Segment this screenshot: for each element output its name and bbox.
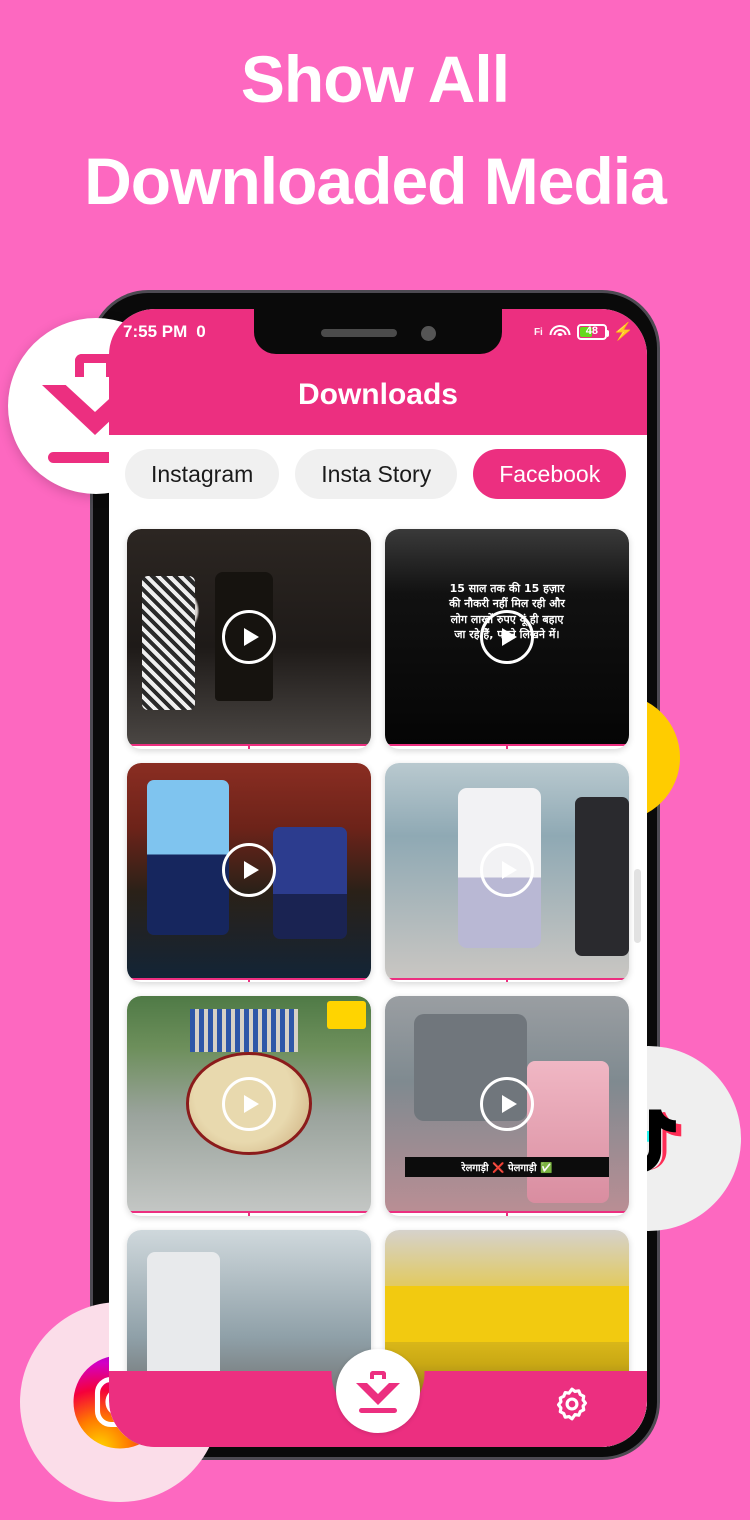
- tab-insta-story[interactable]: Insta Story: [295, 449, 458, 499]
- scroll-indicator[interactable]: [634, 869, 641, 943]
- media-thumbnail[interactable]: [127, 529, 371, 746]
- download-fab-button[interactable]: [336, 1349, 420, 1433]
- more-button[interactable]: More ›: [250, 1213, 371, 1216]
- media-card[interactable]: Delete ✕ More ›: [127, 762, 371, 983]
- page-title: Downloads: [297, 378, 458, 411]
- media-card[interactable]: Delete ✕ More ›: [127, 529, 371, 749]
- delete-button[interactable]: Delete ✕: [385, 746, 508, 749]
- media-card[interactable]: 15 साल तक की 15 हज़ार की नौकरी नहीं मिल …: [385, 529, 629, 749]
- media-thumbnail[interactable]: रेलगाड़ी ❌ पेलगाड़ी ✅: [385, 996, 629, 1214]
- downloads-grid: Delete ✕ More › 15 साल तक की 15 हज़ार की…: [109, 513, 647, 1447]
- more-button[interactable]: More ›: [508, 746, 629, 749]
- status-bar-right: Fi 48 ⚡: [534, 322, 647, 342]
- delete-button[interactable]: Delete ✕: [127, 1213, 250, 1216]
- network-label: Fi: [533, 326, 543, 338]
- phone-mockup: 7:55 PM 0 Fi 48 ⚡ Downloads Instagram In…: [90, 290, 660, 1460]
- tab-bar: Instagram Insta Story Facebook: [109, 435, 647, 513]
- play-icon[interactable]: [480, 843, 534, 898]
- delete-button[interactable]: Delete ✕: [127, 979, 250, 983]
- more-button[interactable]: More ›: [250, 980, 371, 983]
- media-thumbnail[interactable]: [127, 762, 371, 980]
- app-header: Downloads: [109, 355, 647, 435]
- card-actions: Delete ✕ More ›: [385, 979, 629, 983]
- status-notification-count: 0: [196, 322, 206, 341]
- media-card[interactable]: Delete ✕ More ›: [127, 996, 371, 1216]
- media-thumbnail[interactable]: [127, 996, 371, 1214]
- media-thumbnail[interactable]: 15 साल तक की 15 हज़ार की नौकरी नहीं मिल …: [385, 529, 629, 746]
- more-button[interactable]: More ›: [508, 1213, 629, 1216]
- download-icon: [356, 1369, 400, 1413]
- tab-facebook[interactable]: Facebook: [473, 449, 627, 499]
- headline-line-1: Show All: [240, 42, 510, 116]
- media-card[interactable]: Delete ✕ More ›: [385, 762, 629, 983]
- headline-line-2: Downloaded Media: [84, 144, 667, 218]
- phone-notch: [254, 309, 502, 354]
- delete-button[interactable]: Delete ✕: [127, 746, 250, 749]
- card-actions: Delete ✕ More ›: [385, 746, 629, 749]
- card-actions: Delete ✕ More ›: [127, 979, 371, 983]
- card-actions: Delete ✕ More ›: [127, 1213, 371, 1216]
- wifi-icon: [549, 324, 571, 340]
- delete-button[interactable]: Delete ✕: [385, 979, 508, 983]
- status-bar-left: 7:55 PM 0: [109, 322, 206, 342]
- play-icon[interactable]: [222, 609, 276, 664]
- tab-insta-story-label: Insta Story: [321, 460, 432, 487]
- more-button[interactable]: More ›: [508, 980, 629, 983]
- phone-screen: 7:55 PM 0 Fi 48 ⚡ Downloads Instagram In…: [109, 309, 647, 1447]
- play-icon[interactable]: [222, 843, 276, 898]
- bottom-nav-bar: [109, 1349, 647, 1447]
- thumbnail-caption: रेलगाड़ी ❌ पेलगाड़ी ✅: [404, 1156, 610, 1177]
- charging-bolt-icon: ⚡: [612, 322, 634, 341]
- card-actions: Delete ✕ More ›: [385, 1213, 629, 1216]
- tab-instagram-label: Instagram: [151, 460, 254, 487]
- tab-facebook-label: Facebook: [499, 460, 601, 487]
- play-icon[interactable]: [222, 1076, 276, 1131]
- delete-button[interactable]: Delete ✕: [385, 1213, 508, 1216]
- earpiece-speaker: [320, 329, 397, 337]
- overlay-line-1: 15 साल तक की 15 हज़ार: [449, 581, 565, 595]
- gear-icon[interactable]: [553, 1385, 591, 1423]
- battery-icon: 48: [576, 324, 609, 340]
- card-actions: Delete ✕ More ›: [127, 746, 371, 749]
- promo-headline: Show All Downloaded Media: [0, 46, 750, 214]
- media-thumbnail[interactable]: [385, 762, 629, 980]
- more-button[interactable]: More ›: [250, 746, 371, 749]
- status-time: 7:55 PM: [123, 322, 188, 341]
- front-camera-icon: [420, 325, 436, 341]
- battery-percent: 48: [585, 325, 598, 337]
- play-icon[interactable]: [480, 1076, 534, 1131]
- tab-instagram[interactable]: Instagram: [125, 449, 280, 499]
- media-card[interactable]: रेलगाड़ी ❌ पेलगाड़ी ✅ Delete ✕ More ›: [385, 996, 629, 1216]
- play-icon[interactable]: [480, 609, 534, 664]
